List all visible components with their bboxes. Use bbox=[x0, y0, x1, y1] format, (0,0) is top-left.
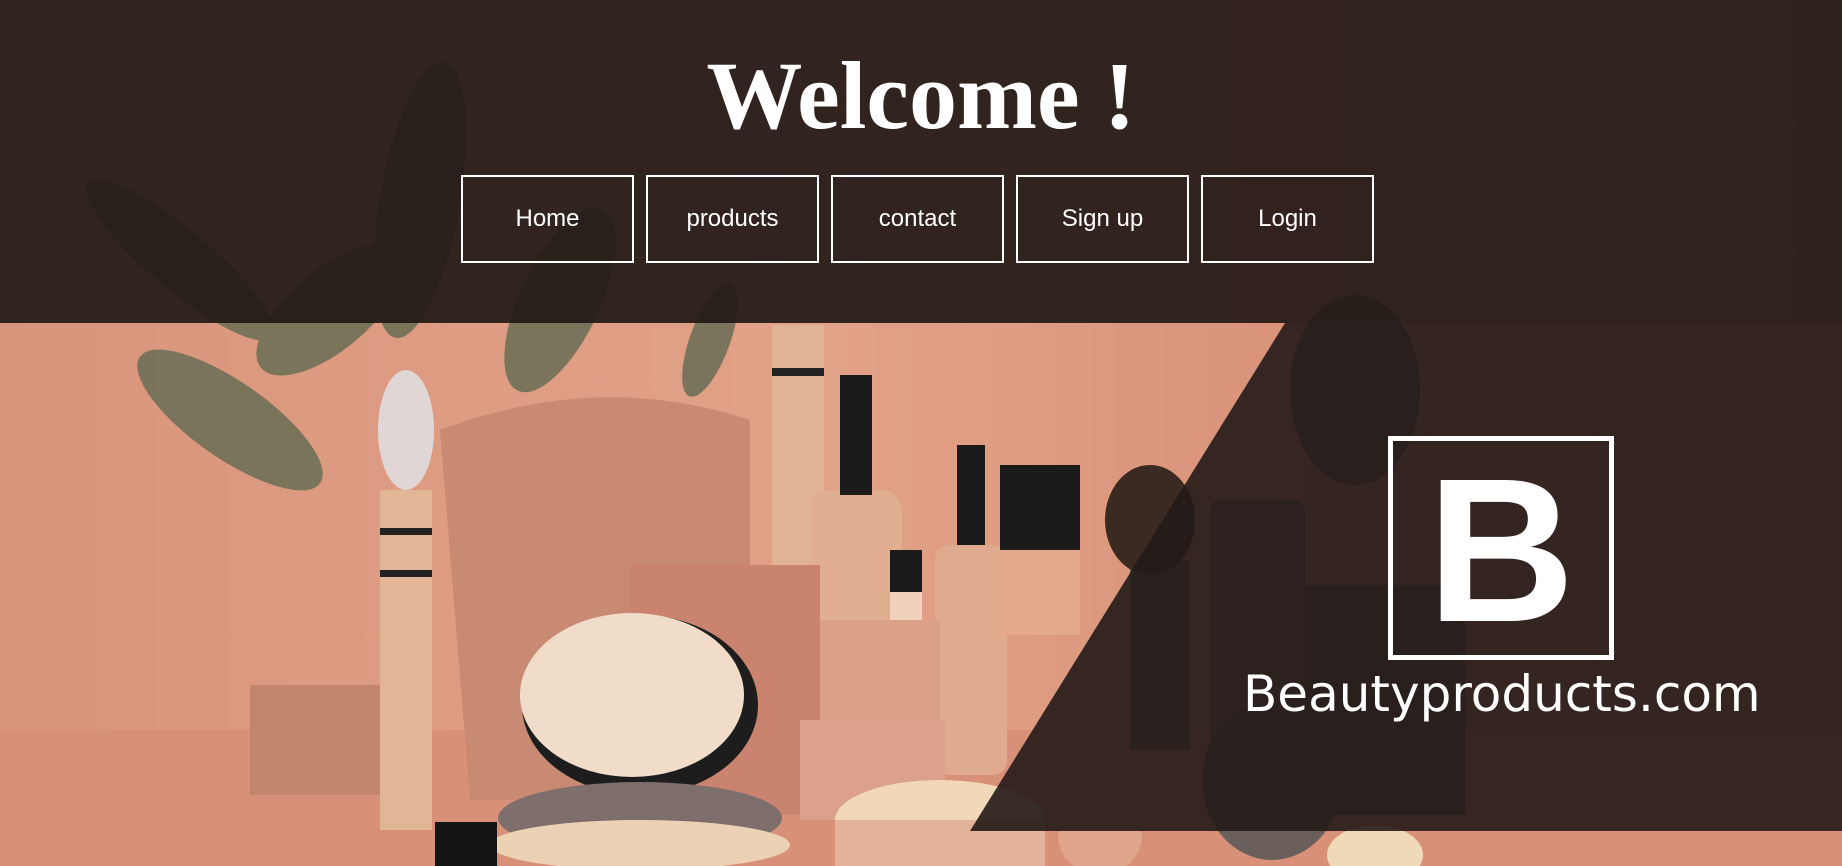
nav-signup-button[interactable]: Sign up bbox=[1016, 175, 1189, 263]
page-title: Welcome ! bbox=[706, 42, 1136, 149]
brand-site-name: Beautyproducts.com bbox=[1243, 665, 1761, 723]
nav-login-button[interactable]: Login bbox=[1201, 175, 1374, 263]
nav-contact-button[interactable]: contact bbox=[831, 175, 1004, 263]
nav-products-button[interactable]: products bbox=[646, 175, 819, 263]
brand-logo: B bbox=[1388, 436, 1614, 660]
logo-letter: B bbox=[1426, 435, 1576, 665]
nav-home-button[interactable]: Home bbox=[461, 175, 634, 263]
main-navigation: Home products contact Sign up Login bbox=[461, 175, 1374, 263]
hero-section: Welcome ! Home products contact Sign up … bbox=[0, 0, 1842, 866]
